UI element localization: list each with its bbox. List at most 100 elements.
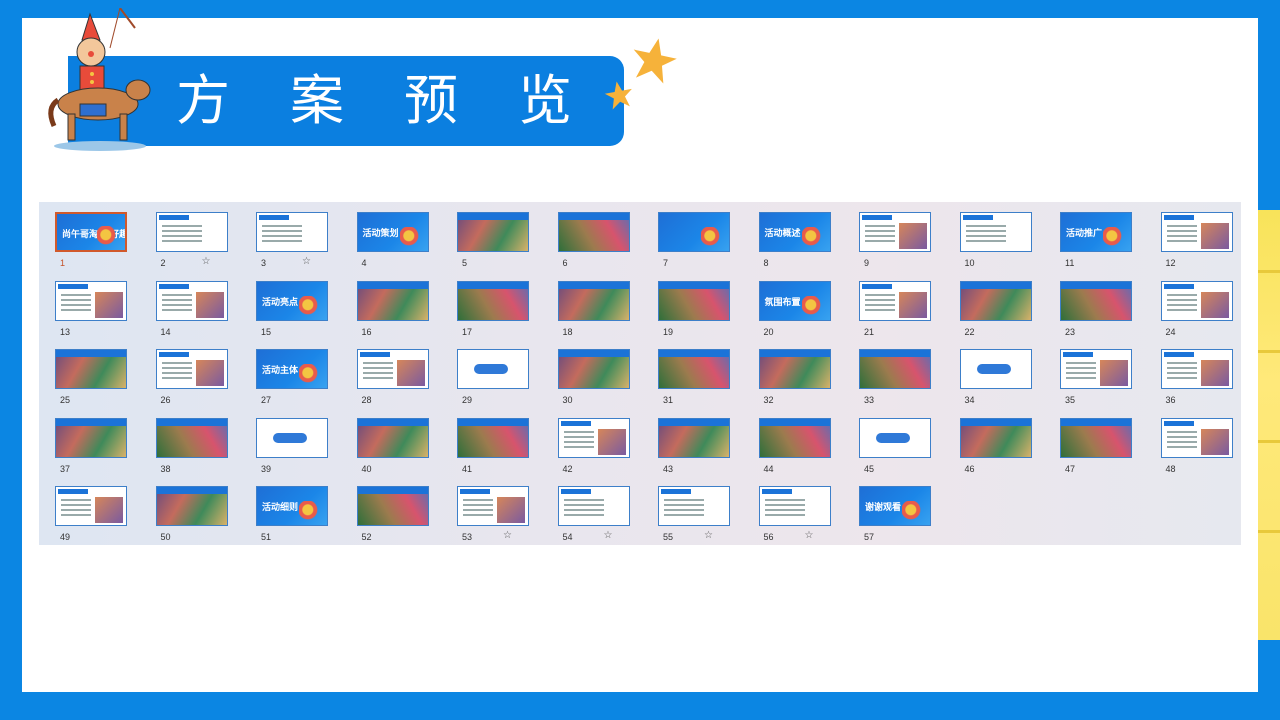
slide-thumbnail-48[interactable]: 48	[1160, 417, 1241, 478]
slide-thumbnail-50[interactable]: 50	[155, 486, 236, 546]
slide-thumbnail-37[interactable]: 37	[55, 417, 135, 478]
slide-preview[interactable]	[959, 280, 1032, 321]
slide-thumbnail-55[interactable]: 55 ☆	[658, 486, 738, 546]
slide-thumbnail-26[interactable]: 26	[155, 349, 236, 409]
slide-preview[interactable]	[356, 486, 429, 526]
slide-thumbnail-19[interactable]: 19	[658, 280, 738, 341]
slide-thumbnail-5[interactable]: 5	[457, 212, 537, 272]
slide-preview[interactable]	[1160, 280, 1233, 321]
slide-preview[interactable]	[55, 486, 127, 526]
slide-thumbnail-14[interactable]: 14	[155, 280, 236, 341]
slide-thumbnail-28[interactable]: 28	[356, 349, 437, 409]
slide-preview[interactable]	[758, 349, 831, 389]
slide-preview[interactable]	[658, 212, 730, 252]
slide-thumbnail-12[interactable]: 12	[1160, 212, 1241, 272]
slide-thumbnail-7[interactable]: 7	[658, 212, 738, 272]
slide-thumbnail-46[interactable]: 46	[959, 417, 1040, 478]
slide-preview[interactable]: 活动概述	[758, 212, 831, 252]
slide-preview[interactable]	[1060, 349, 1132, 389]
slide-preview[interactable]	[457, 417, 529, 458]
slide-thumbnail-24[interactable]: 24	[1160, 280, 1241, 341]
slide-thumbnail-6[interactable]: 6	[557, 212, 638, 272]
slide-thumbnail-56[interactable]: 56 ☆	[758, 486, 839, 546]
slide-thumbnail-31[interactable]: 31	[658, 349, 738, 409]
slide-thumbnail-4[interactable]: 活动策划 4	[356, 212, 437, 272]
slide-preview[interactable]	[55, 349, 127, 389]
slide-preview[interactable]: 活动策划	[356, 212, 429, 252]
slide-thumbnail-38[interactable]: 38	[155, 417, 236, 478]
slide-thumbnail-32[interactable]: 32	[758, 349, 839, 409]
slide-thumbnail-23[interactable]: 23	[1060, 280, 1140, 341]
slide-preview[interactable]	[155, 280, 228, 321]
slide-thumbnail-22[interactable]: 22	[959, 280, 1040, 341]
slide-preview[interactable]	[155, 212, 228, 252]
slide-thumbnail-33[interactable]: 33	[859, 349, 939, 409]
slide-thumbnail-34[interactable]: 34	[959, 349, 1040, 409]
slide-preview[interactable]	[658, 486, 730, 526]
slide-preview[interactable]	[457, 486, 529, 526]
slide-preview[interactable]: 氛围布置	[758, 280, 831, 321]
slide-preview[interactable]	[557, 349, 630, 389]
slide-thumbnail-44[interactable]: 44	[758, 417, 839, 478]
slide-thumbnail-45[interactable]: 45	[859, 417, 939, 478]
slide-preview[interactable]	[859, 212, 931, 252]
slide-thumbnail-47[interactable]: 47	[1060, 417, 1140, 478]
slide-thumbnail-16[interactable]: 16	[356, 280, 437, 341]
slide-thumbnail-36[interactable]: 36	[1160, 349, 1241, 409]
slide-preview[interactable]	[457, 212, 529, 252]
slide-thumbnail-29[interactable]: 29	[457, 349, 537, 409]
slide-preview[interactable]	[1060, 280, 1132, 321]
slide-thumbnail-25[interactable]: 25	[55, 349, 135, 409]
slide-thumbnail-15[interactable]: 活动亮点 15	[256, 280, 336, 341]
slide-preview[interactable]: 活动推广	[1060, 212, 1132, 252]
star-icon[interactable]: ☆	[805, 530, 814, 541]
slide-preview[interactable]	[557, 417, 630, 458]
slide-preview[interactable]: 活动主体	[256, 349, 328, 389]
slide-preview[interactable]	[356, 417, 429, 458]
slide-preview[interactable]	[1160, 349, 1233, 389]
star-icon[interactable]: ☆	[202, 256, 211, 267]
star-icon[interactable]: ☆	[604, 530, 613, 541]
slide-thumbnail-43[interactable]: 43	[658, 417, 738, 478]
slide-thumbnail-20[interactable]: 氛围布置 20	[758, 280, 839, 341]
slide-preview[interactable]	[959, 349, 1032, 389]
slide-thumbnail-1[interactable]: 尚午哥淘乐 好趣好玩 1	[55, 212, 135, 272]
star-icon[interactable]: ☆	[302, 256, 311, 267]
slide-preview[interactable]: 尚午哥淘乐 好趣好玩	[55, 212, 127, 252]
slide-preview[interactable]	[658, 417, 730, 458]
slide-thumbnail-49[interactable]: 49	[55, 486, 135, 546]
slide-preview[interactable]: 活动亮点	[256, 280, 328, 321]
slide-preview[interactable]	[758, 486, 831, 526]
slide-preview[interactable]	[1060, 417, 1132, 458]
slide-preview[interactable]	[356, 349, 429, 389]
slide-preview[interactable]	[859, 280, 931, 321]
slide-preview[interactable]	[155, 349, 228, 389]
slide-preview[interactable]: 活动细则	[256, 486, 328, 526]
slide-preview[interactable]	[557, 280, 630, 321]
slide-thumbnail-53[interactable]: 53 ☆	[457, 486, 537, 546]
slide-preview[interactable]	[55, 280, 127, 321]
slide-thumbnail-57[interactable]: 谢谢观看 57	[859, 486, 939, 546]
slide-thumbnail-35[interactable]: 35	[1060, 349, 1140, 409]
slide-thumbnail-8[interactable]: 活动概述 8	[758, 212, 839, 272]
slide-thumbnail-17[interactable]: 17	[457, 280, 537, 341]
slide-thumbnail-11[interactable]: 活动推广 11	[1060, 212, 1140, 272]
slide-thumbnail-9[interactable]: 9	[859, 212, 939, 272]
slide-preview[interactable]	[457, 280, 529, 321]
slide-preview[interactable]	[256, 417, 328, 458]
slide-thumbnail-27[interactable]: 活动主体 27	[256, 349, 336, 409]
slide-thumbnail-21[interactable]: 21	[859, 280, 939, 341]
slide-thumbnail-30[interactable]: 30	[557, 349, 638, 409]
slide-preview[interactable]	[1160, 417, 1233, 458]
slide-preview[interactable]	[256, 212, 328, 252]
slide-preview[interactable]	[155, 486, 228, 526]
slide-preview[interactable]	[557, 486, 630, 526]
slide-preview[interactable]	[658, 280, 730, 321]
slide-thumbnail-54[interactable]: 54 ☆	[557, 486, 638, 546]
slide-thumbnail-52[interactable]: 52	[356, 486, 437, 546]
slide-preview[interactable]	[859, 349, 931, 389]
slide-thumbnail-13[interactable]: 13	[55, 280, 135, 341]
slide-thumbnail-39[interactable]: 39	[256, 417, 336, 478]
slide-preview[interactable]	[155, 417, 228, 458]
slide-preview[interactable]	[356, 280, 429, 321]
